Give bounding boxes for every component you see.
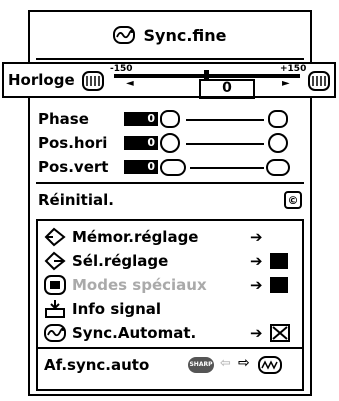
pos-vert-label: Pos.vert [38,158,109,176]
memory-select-icon [44,251,66,271]
phase-row[interactable]: Phase 0 [30,108,310,130]
sync-automat-label: Sync.Automat. [72,324,197,342]
slider-left-arrow-icon: ◄ [126,78,134,89]
slider-right-arrow-icon: ► [282,78,290,89]
sharp-badge: SHARP [188,357,214,373]
submenu-block-icon [270,253,288,269]
horloge-label: Horloge [8,71,75,89]
menu-section: Mémor.réglage ➔ Sél.réglage ➔ Modes spéc… [36,219,304,391]
pos-vert-slider-track[interactable] [190,167,264,169]
reset-label: Réinitial. [38,191,114,209]
horloge-max-label: +150 [280,64,307,74]
reset-row[interactable]: Réinitial. © [30,188,310,212]
arrow-left-disabled-icon: ⇦ [220,356,231,371]
auto-sync-wave-icon[interactable] [258,356,282,374]
memor-reglage-label: Mémor.réglage [72,228,199,246]
special-modes-icon [44,275,66,295]
pos-hori-icon [160,133,180,153]
reset-icon[interactable]: © [284,191,302,209]
modes-speciaux-label: Modes spéciaux [72,276,207,294]
horloge-row[interactable]: Horloge -150 +150 ◄ ► 0 [2,62,336,99]
adjust-divider [36,182,304,184]
arrow-right-icon: ➔ [250,276,263,294]
menu-divider [38,347,302,349]
arrow-right-icon: ➔ [250,252,263,270]
pos-vert-icon [160,159,186,176]
title-divider [36,58,304,60]
menu-item-af-sync-auto[interactable]: Af.sync.auto SHARP ⇦ ⇨ [38,353,302,377]
arrow-right-icon: ➔ [250,324,263,342]
panel-title: Sync.fine [143,25,227,45]
info-signal-label: Info signal [72,300,162,318]
execute-x-icon[interactable] [270,324,290,342]
submenu-block-icon [270,277,288,293]
phase-dial-icon [160,110,180,128]
phase-label: Phase [38,110,89,128]
pos-vert-row[interactable]: Pos.vert 0 [30,156,310,178]
panel-header: Sync.fine [30,12,310,58]
pos-hori-slider-track[interactable] [186,143,264,145]
menu-item-info-signal[interactable]: Info signal [38,297,302,321]
horloge-min-label: -150 [110,64,133,74]
pos-hori-value: 0 [124,136,158,150]
memory-store-icon [44,227,66,247]
menu-item-sel-reglage[interactable]: Sél.réglage ➔ [38,249,302,273]
info-signal-icon [45,300,65,318]
phase-slider-track[interactable] [186,119,264,121]
pos-vert-value: 0 [124,160,158,174]
arrow-right-icon: ➔ [250,228,263,246]
sync-fine-icon [113,26,136,44]
auto-sync-icon [44,324,66,342]
horloge-dial-icon-left [82,71,104,91]
pos-hori-icon-right [268,133,288,153]
phase-dial-icon-right [268,110,288,128]
pos-hori-row[interactable]: Pos.hori 0 [30,132,310,154]
af-sync-auto-label: Af.sync.auto [44,356,150,374]
menu-item-memor-reglage[interactable]: Mémor.réglage ➔ [38,225,302,249]
menu-item-sync-automat[interactable]: Sync.Automat. ➔ [38,321,302,345]
pos-vert-icon-right [266,159,290,176]
phase-value: 0 [124,112,158,126]
pos-hori-label: Pos.hori [38,134,108,152]
menu-item-modes-speciaux[interactable]: Modes spéciaux ➔ [38,273,302,297]
sel-reglage-label: Sél.réglage [72,252,169,270]
horloge-dial-icon-right [308,71,330,91]
arrow-right-outline-icon: ⇨ [238,355,250,371]
horloge-value: 0 [199,79,255,99]
